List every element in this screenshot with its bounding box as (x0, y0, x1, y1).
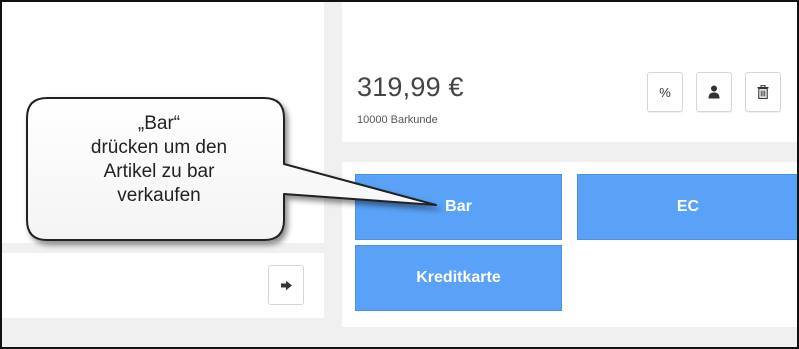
callout-line-1: „Bar“ (137, 113, 181, 134)
callout-text: „Bar“ drücken um den Artikel zu bar verk… (34, 112, 284, 208)
discount-button[interactable]: % (647, 72, 683, 112)
customer-button[interactable] (696, 72, 732, 112)
pay-credit-card-button[interactable]: Kreditkarte (355, 245, 562, 311)
pay-cash-label: Bar (445, 198, 472, 215)
pay-cash-button[interactable]: Bar (355, 174, 562, 240)
callout-line-4: verkaufen (117, 185, 201, 206)
pay-ec-label: EC (676, 198, 700, 215)
callout-line-3: Artikel zu bar (103, 161, 215, 182)
trash-icon (757, 85, 769, 99)
pay-ec-button[interactable]: EC (577, 174, 797, 240)
exit-button[interactable] (268, 265, 304, 305)
user-icon (708, 85, 720, 99)
delete-button[interactable] (745, 72, 781, 112)
callout-line-2: drücken um den (90, 137, 228, 158)
customer-name: 10000 Barkunde (357, 114, 438, 126)
pay-credit-card-label: Kreditkarte (416, 269, 501, 286)
sign-out-icon (280, 280, 292, 290)
app-window: 319,99 € 10000 Barkunde % Bar EC Kreditk… (0, 0, 799, 349)
percent-label: % (659, 84, 671, 100)
total-price: 319,99 € (357, 72, 464, 102)
